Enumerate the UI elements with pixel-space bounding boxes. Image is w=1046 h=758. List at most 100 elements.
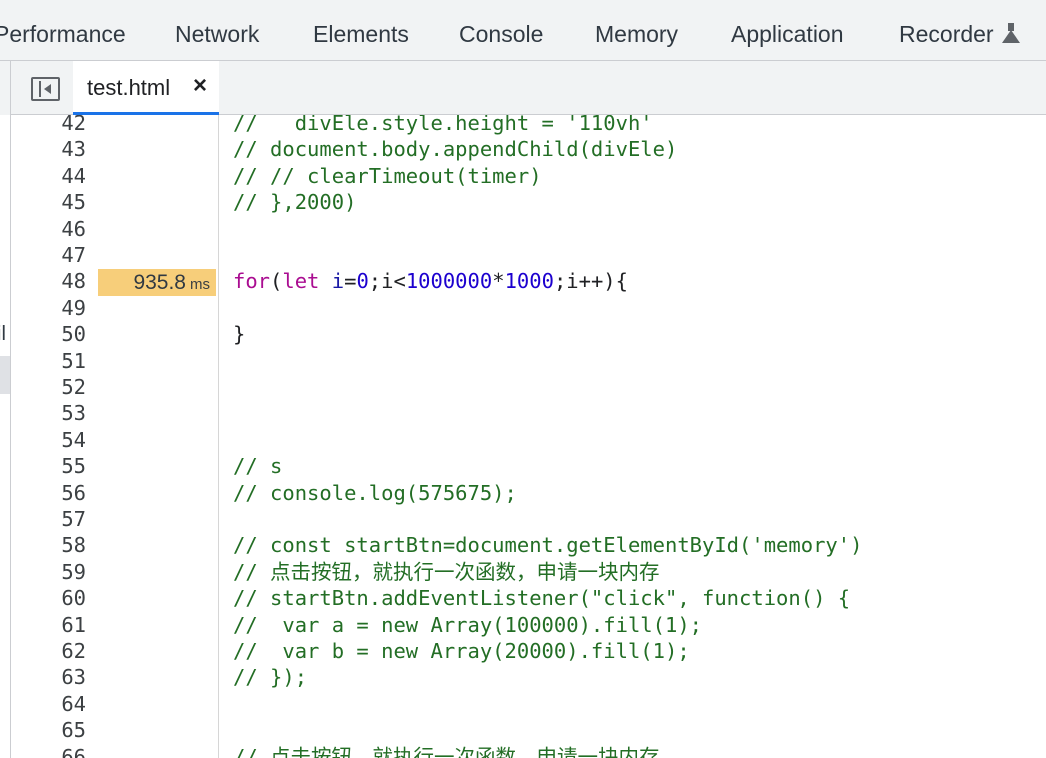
line-number[interactable]: 43 (12, 136, 86, 162)
navigator-strip-header (0, 61, 11, 115)
line-number[interactable]: 53 (12, 400, 86, 426)
code-text[interactable]: // }); (233, 664, 307, 690)
code-text[interactable]: // },2000) (233, 189, 356, 215)
code-line[interactable]: 65 (0, 717, 1046, 743)
code-text[interactable]: // s (233, 453, 282, 479)
code-text[interactable]: // console.log(575675); (233, 480, 517, 506)
line-number[interactable]: 47 (12, 242, 86, 268)
file-tab-label: test.html (87, 75, 171, 100)
code-line[interactable]: 55 // s (0, 453, 1046, 479)
line-number[interactable]: 45 (12, 189, 86, 215)
code-line[interactable]: 63 // }); (0, 664, 1046, 690)
code-text[interactable]: // startBtn.addEventListener("click", fu… (233, 585, 850, 611)
code-line[interactable]: 43 // document.body.appendChild(divEle) (0, 136, 1046, 162)
code-token: i (566, 269, 579, 294)
close-icon[interactable]: × (193, 72, 207, 100)
tab-application[interactable]: Application (731, 0, 844, 60)
code-text[interactable]: // const startBtn=document.getElementByI… (233, 532, 862, 558)
code-token: = (344, 269, 357, 294)
code-line[interactable]: 57 (0, 506, 1046, 532)
code-token: i (331, 269, 345, 294)
code-line[interactable]: 66 // 点击按钮，就执行一次函数，申请一块内存 (0, 744, 1046, 758)
code-token: 1000000 (405, 269, 493, 294)
code-line[interactable]: 64 (0, 691, 1046, 717)
line-number[interactable]: 50 (12, 321, 86, 347)
code-token: i (381, 269, 394, 294)
code-text[interactable]: } (233, 321, 245, 347)
tab-recorder[interactable]: Recorder (899, 0, 1020, 60)
code-line[interactable]: 51 (0, 348, 1046, 374)
code-token: let (282, 269, 320, 294)
timing-unit: ms (190, 276, 210, 294)
code-editor[interactable]: 42 // divEle.style.height = '110vh' 43 /… (0, 115, 1046, 758)
toggle-navigator-icon[interactable] (31, 77, 60, 101)
code-text[interactable]: // var b = new Array(20000).fill(1); (233, 638, 690, 664)
code-text[interactable]: // 点击按钮，就执行一次函数，申请一块内存 (233, 744, 660, 758)
code-token: ; (553, 269, 567, 294)
experiment-flask-icon (1001, 23, 1020, 43)
code-text[interactable]: // document.body.appendChild(divEle) (233, 136, 677, 162)
line-number[interactable]: 61 (12, 612, 86, 638)
line-number[interactable]: 44 (12, 163, 86, 189)
line-number[interactable]: 49 (12, 295, 86, 321)
line-number[interactable]: 59 (12, 559, 86, 585)
code-text[interactable]: // 点击按钮，就执行一次函数，申请一块内存 (233, 559, 660, 585)
line-number[interactable]: 62 (12, 638, 86, 664)
code-line[interactable]: 59 // 点击按钮，就执行一次函数，申请一块内存 (0, 559, 1046, 585)
line-number[interactable]: 48 (12, 268, 86, 294)
code-line[interactable]: 45 // },2000) (0, 189, 1046, 215)
code-token: ( (270, 269, 283, 294)
code-token: 0 (356, 269, 369, 294)
devtools-panel-tabbar: Performance Network Elements Console Mem… (0, 0, 1046, 61)
line-number[interactable]: 60 (12, 585, 86, 611)
code-text[interactable]: // // clearTimeout(timer) (233, 163, 542, 189)
code-line[interactable]: 62 // var b = new Array(20000).fill(1); (0, 638, 1046, 664)
code-text[interactable]: for(let i=0;i<1000000*1000;i++){ (233, 268, 628, 294)
line-number[interactable]: 56 (12, 480, 86, 506)
code-line[interactable]: 46 (0, 216, 1046, 242)
code-token: ; (368, 269, 382, 294)
line-number[interactable]: 52 (12, 374, 86, 400)
timing-value: 935.8 (133, 271, 186, 295)
code-line[interactable]: 50 } (0, 321, 1046, 347)
line-number[interactable]: 63 (12, 664, 86, 690)
line-number[interactable]: 42 (12, 115, 86, 136)
code-line[interactable]: 42 // divEle.style.height = '110vh' (0, 115, 1046, 136)
code-line[interactable]: 48 935.8 ms for(let i=0;i<1000000*1000;i++… (0, 268, 1046, 297)
file-tab-test-html[interactable]: test.html × (73, 61, 219, 115)
tab-elements[interactable]: Elements (313, 0, 409, 60)
line-number[interactable]: 55 (12, 453, 86, 479)
tab-recorder-label: Recorder (899, 21, 994, 47)
code-token: 1000 (504, 269, 554, 294)
code-token: * (492, 269, 505, 294)
code-line[interactable]: 53 (0, 400, 1046, 426)
code-line[interactable]: 49 (0, 295, 1046, 321)
line-timing-badge: 935.8 ms (98, 269, 216, 297)
code-line[interactable]: 58 // const startBtn=document.getElement… (0, 532, 1046, 558)
code-line[interactable]: 60 // startBtn.addEventListener("click",… (0, 585, 1046, 611)
line-number[interactable]: 51 (12, 348, 86, 374)
code-line[interactable]: 47 (0, 242, 1046, 268)
line-number[interactable]: 57 (12, 506, 86, 532)
line-number[interactable]: 65 (12, 717, 86, 743)
tab-console[interactable]: Console (459, 0, 543, 60)
code-line[interactable]: 52 (0, 374, 1046, 400)
code-token: for (233, 269, 271, 294)
tab-performance[interactable]: Performance (0, 0, 126, 60)
code-line[interactable]: 44 // // clearTimeout(timer) (0, 163, 1046, 189)
code-token: ++){ (578, 269, 628, 294)
line-number[interactable]: 54 (12, 427, 86, 453)
code-line[interactable]: 56 // console.log(575675); (0, 480, 1046, 506)
code-line[interactable]: 61 // var a = new Array(100000).fill(1); (0, 612, 1046, 638)
tab-network[interactable]: Network (175, 0, 259, 60)
line-number[interactable]: 66 (12, 744, 86, 758)
tab-memory[interactable]: Memory (595, 0, 678, 60)
code-text[interactable]: // divEle.style.height = '110vh' (233, 115, 653, 136)
code-text[interactable]: // var a = new Array(100000).fill(1); (233, 612, 702, 638)
code-token: < (393, 269, 406, 294)
line-number[interactable]: 58 (12, 532, 86, 558)
line-number[interactable]: 64 (12, 691, 86, 717)
code-line[interactable]: 54 (0, 427, 1046, 453)
line-number[interactable]: 46 (12, 216, 86, 242)
